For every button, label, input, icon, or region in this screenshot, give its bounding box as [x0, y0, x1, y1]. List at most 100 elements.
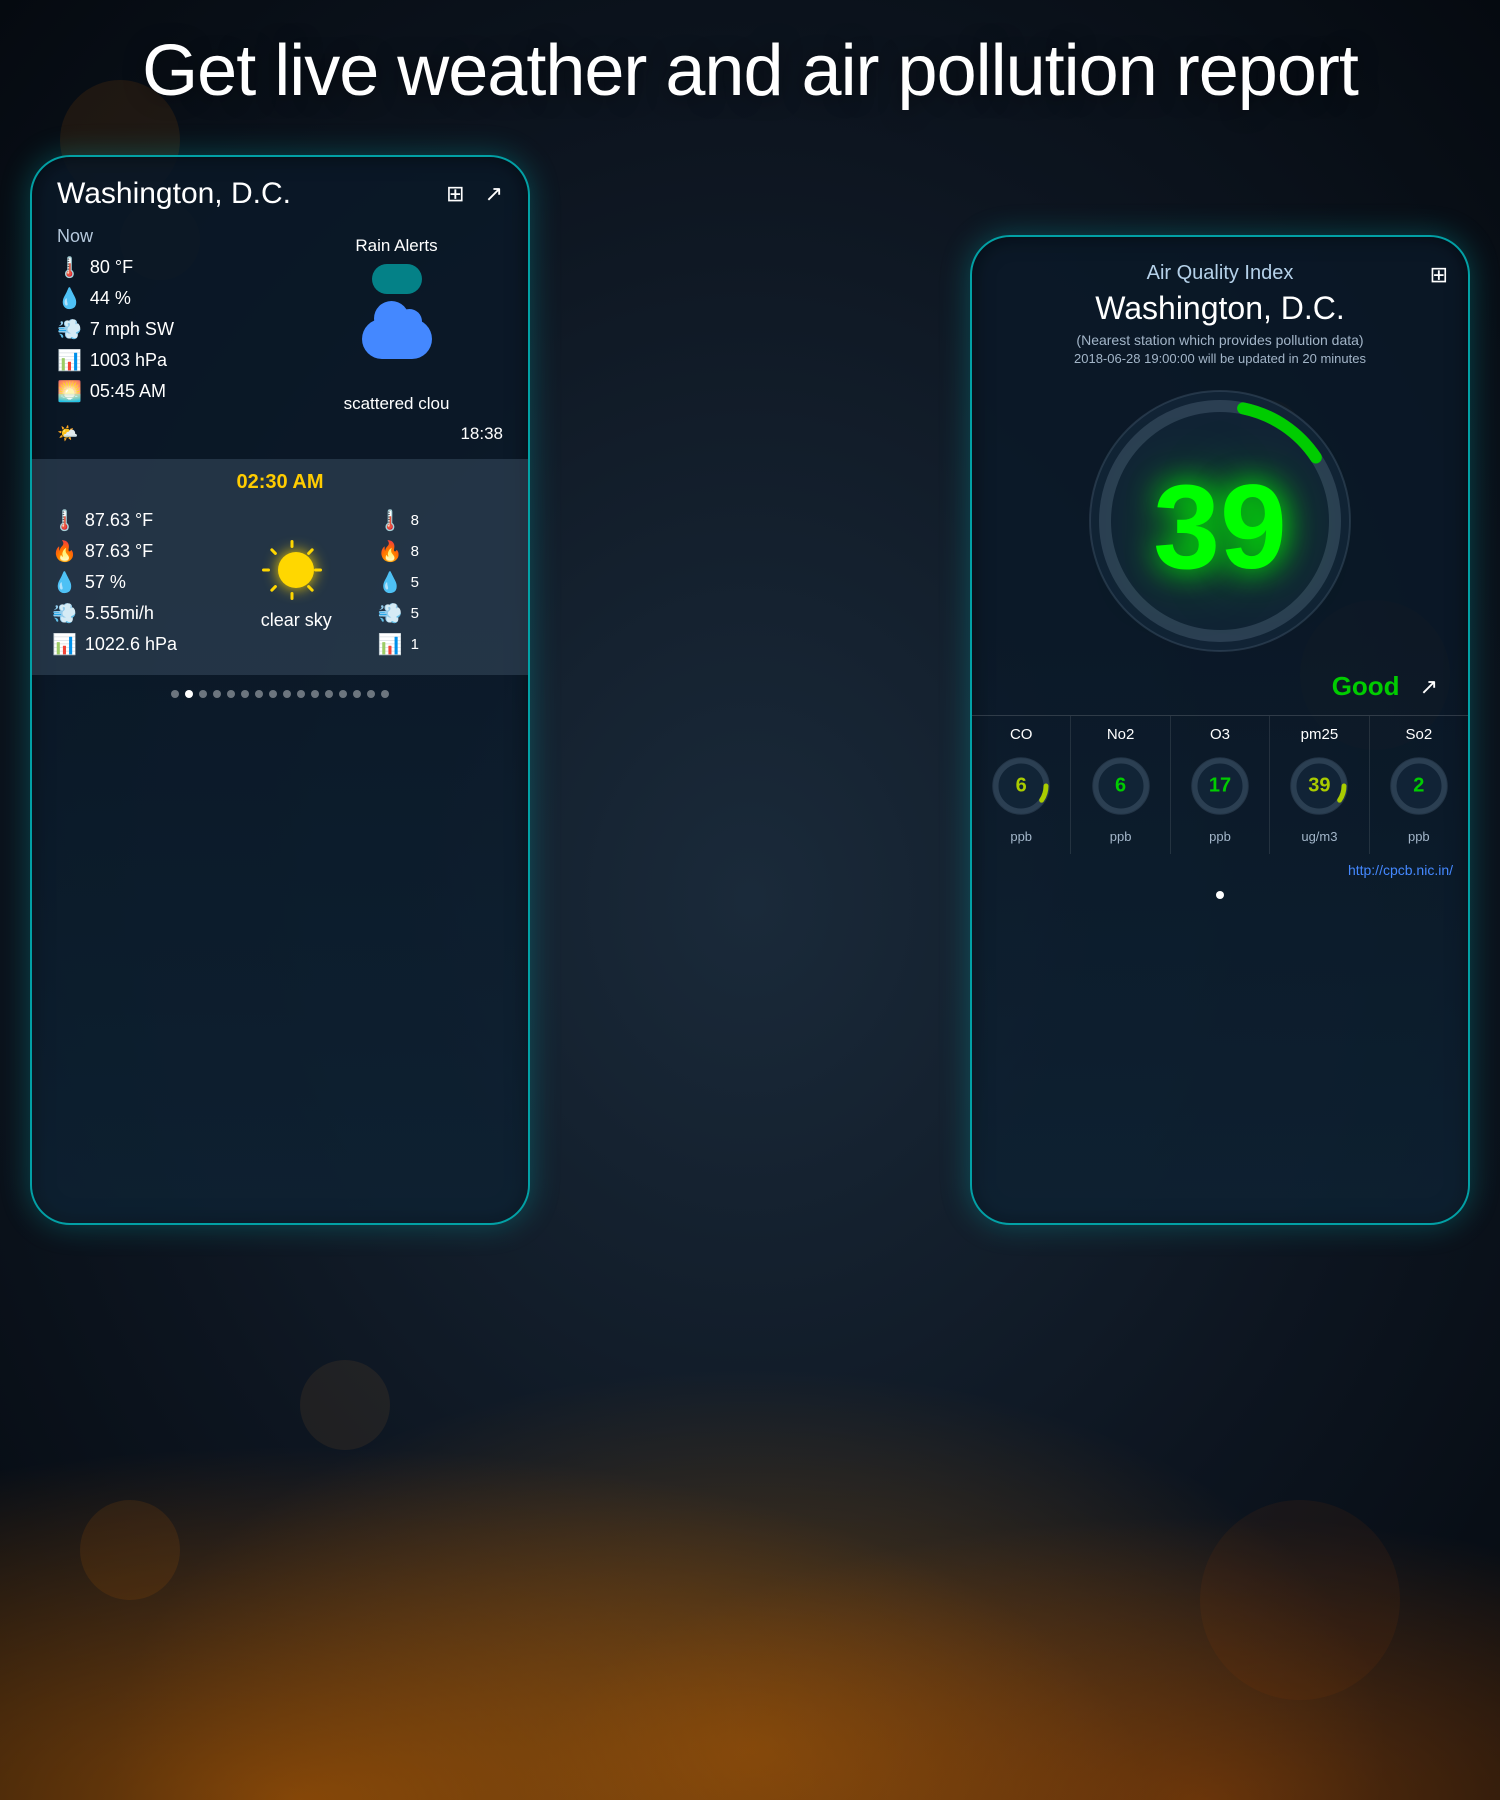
share-icon[interactable]: ↗ [485, 181, 503, 207]
sunrise-value: 05:45 AM [90, 381, 166, 402]
forecast-left-panel: 🌡️ 87.63 °F 🔥 87.63 °F 💧 57 % 💨 5.55mi/h… [52, 502, 215, 663]
forecast-center-panel: clear sky [215, 502, 378, 663]
forecast-r5: 📊 1 [378, 632, 508, 657]
wind-value: 7 mph SW [90, 319, 174, 340]
rain-alert-toggle[interactable] [372, 264, 422, 294]
mini-gauge-co: 6 [986, 751, 1056, 821]
pollutant-unit-co: ppb [1010, 829, 1032, 844]
forecast-temp2: 87.63 °F [85, 541, 153, 562]
aqi-value: 39 [1153, 467, 1286, 587]
clear-sky-label: clear sky [261, 610, 332, 631]
forecast-temp1: 87.63 °F [85, 510, 153, 531]
weather-alert-section: Rain Alerts scattered clou [290, 226, 503, 414]
aqi-pagination-dot [1216, 891, 1224, 899]
pagination-dot-14[interactable] [367, 690, 375, 698]
temperature-value: 80 °F [90, 257, 133, 278]
forecast-section: 02:30 AM 🌡️ 87.63 °F 🔥 87.63 °F 💧 57 % 💨 [32, 459, 528, 675]
pollutant-value-pm25: 39 [1308, 775, 1330, 798]
wind-icon: 💨 [57, 317, 82, 342]
weather-main-section: Now 🌡️ 80 °F 💧 44 % 💨 7 mph SW 📊 1003 hP… [32, 221, 528, 419]
pollutant-name-pm25: pm25 [1301, 726, 1339, 743]
pollutant-col-so2: So2 2 ppb [1370, 716, 1468, 854]
aqi-share-icon[interactable]: ↗ [1420, 674, 1438, 700]
mini-gauge-pm25: 39 [1284, 751, 1354, 821]
forecast-pressure-row: 📊 1022.6 hPa [52, 632, 215, 657]
mini-gauge-o3: 17 [1185, 751, 1255, 821]
pagination-dots [32, 675, 528, 708]
pollutant-unit-o3: ppb [1209, 829, 1231, 844]
humidity-row: 💧 44 % [57, 286, 270, 311]
aqi-header: Air Quality Index Washington, D.C. (Near… [972, 237, 1468, 371]
humidity-value: 44 % [90, 288, 131, 309]
pagination-dot-9[interactable] [297, 690, 305, 698]
grid-icon[interactable]: ⊞ [446, 181, 464, 207]
pollutant-col-co: CO 6ppb [972, 716, 1071, 854]
forecast-content: 🌡️ 87.63 °F 🔥 87.63 °F 💧 57 % 💨 5.55mi/h… [52, 502, 508, 663]
pagination-dot-5[interactable] [241, 690, 249, 698]
aqi-grid-icon[interactable]: ⊞ [1430, 262, 1448, 288]
thermometer-icon: 🌡️ [57, 255, 82, 280]
pagination-dot-12[interactable] [339, 690, 347, 698]
weather-card-header: Washington, D.C. ⊞ ↗ [32, 157, 528, 221]
aqi-timestamp: 2018-06-28 19:00:00 will be updated in 2… [997, 351, 1443, 366]
sunset-icon: 🌤️ [57, 424, 78, 444]
pollutant-unit-so2: ppb [1408, 829, 1430, 844]
sun-icon [261, 535, 331, 605]
weather-current-conditions: Now 🌡️ 80 °F 💧 44 % 💨 7 mph SW 📊 1003 hP… [57, 226, 270, 414]
aqi-station-note: (Nearest station which provides pollutio… [997, 332, 1443, 348]
humidity-icon: 💧 [57, 286, 82, 311]
pagination-dot-11[interactable] [325, 690, 333, 698]
pagination-dot-1[interactable] [185, 690, 193, 698]
forecast-wind-row: 💨 5.55mi/h [52, 601, 215, 626]
forecast-temp1-row: 🌡️ 87.63 °F [52, 508, 215, 533]
forecast-humidity: 57 % [85, 572, 126, 593]
weather-city: Washington, D.C. [57, 177, 291, 211]
pagination-dot-15[interactable] [381, 690, 389, 698]
bokeh-5 [1200, 1500, 1400, 1700]
pagination-dot-7[interactable] [269, 690, 277, 698]
condition-label: scattered clou [344, 394, 450, 414]
forecast-r2: 🔥 8 [378, 539, 508, 564]
pressure-row: 📊 1003 hPa [57, 348, 270, 373]
pagination-dot-0[interactable] [171, 690, 179, 698]
aqi-pagination [972, 886, 1468, 907]
forecast-wind: 5.55mi/h [85, 603, 154, 624]
pollutant-value-o3: 17 [1209, 775, 1231, 798]
temperature-row: 🌡️ 80 °F [57, 255, 270, 280]
cloud-icon [352, 309, 442, 369]
forecast-right-extra: 🌡️ 8 🔥 8 💧 5 💨 5 📊 1 [378, 502, 508, 663]
forecast-time: 02:30 AM [52, 471, 508, 494]
aqi-gauge-container: 39 [972, 371, 1468, 666]
forecast-r3: 💧 5 [378, 570, 508, 595]
aqi-gauge: 39 [1080, 381, 1360, 661]
pollutant-value-so2: 2 [1413, 775, 1424, 798]
pagination-dot-2[interactable] [199, 690, 207, 698]
forecast-humidity-row: 💧 57 % [52, 570, 215, 595]
pagination-dot-13[interactable] [353, 690, 361, 698]
pollutant-col-pm25: pm25 39ug/m3 [1270, 716, 1369, 854]
pagination-dot-3[interactable] [213, 690, 221, 698]
pressure-value: 1003 hPa [90, 350, 167, 371]
sunrise-icon: 🌅 [57, 379, 82, 404]
pagination-dot-6[interactable] [255, 690, 263, 698]
aqi-status-row: Good ↗ [972, 666, 1468, 707]
now-label: Now [57, 226, 270, 247]
bokeh-7 [300, 1360, 390, 1450]
forecast-pressure: 1022.6 hPa [85, 634, 177, 655]
aqi-card: Air Quality Index Washington, D.C. (Near… [970, 235, 1470, 1225]
pressure-icon: 📊 [57, 348, 82, 373]
page-title: Get live weather and air pollution repor… [0, 30, 1500, 112]
pagination-dot-8[interactable] [283, 690, 291, 698]
bokeh-4 [80, 1500, 180, 1600]
forecast-temp2-row: 🔥 87.63 °F [52, 539, 215, 564]
pollutant-col-no2: No2 6ppb [1071, 716, 1170, 854]
cpcb-link[interactable]: http://cpcb.nic.in/ [972, 854, 1468, 886]
pagination-dot-4[interactable] [227, 690, 235, 698]
pollutant-name-so2: So2 [1405, 726, 1432, 743]
forecast-r1: 🌡️ 8 [378, 508, 508, 533]
forecast-r4: 💨 5 [378, 601, 508, 626]
weather-card: Washington, D.C. ⊞ ↗ Now 🌡️ 80 °F 💧 44 %… [30, 155, 530, 1225]
pagination-dot-10[interactable] [311, 690, 319, 698]
mini-gauge-so2: 2 [1384, 751, 1454, 821]
sunset-row: 🌤️ 18:38 [32, 419, 528, 449]
